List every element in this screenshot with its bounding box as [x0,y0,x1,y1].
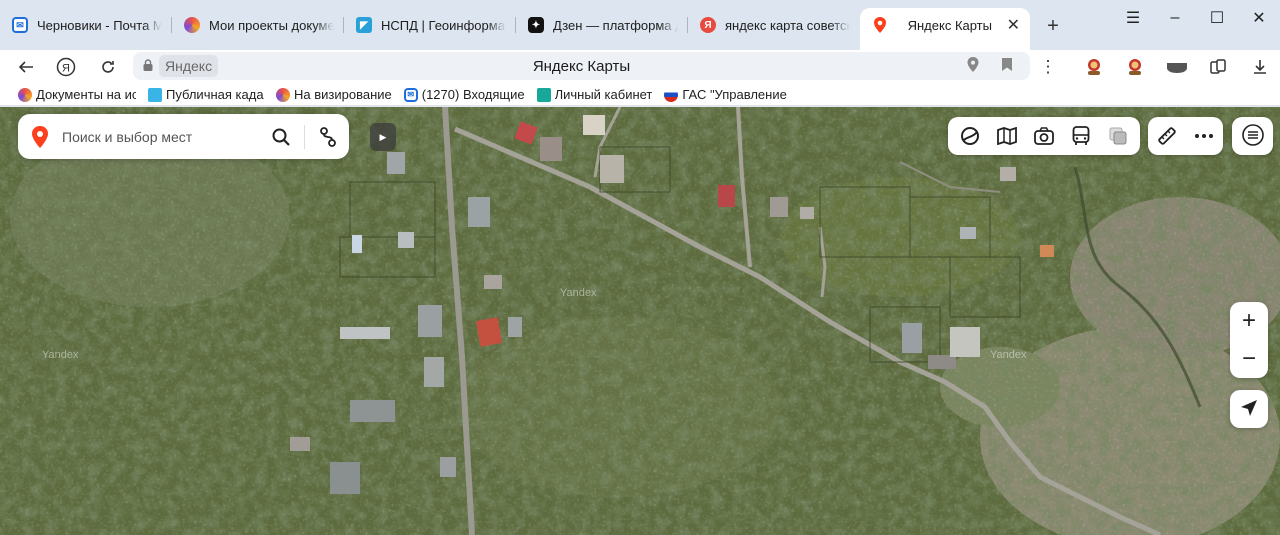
yandex-logo-icon[interactable]: Я [46,52,86,82]
new-tab-button[interactable]: + [1040,15,1066,38]
yandex-icon: Я [700,17,716,33]
map-tools-bar [1148,117,1223,155]
extension-avatar-icon[interactable] [1123,55,1147,79]
tab-label: Мои проекты докумен [209,17,334,33]
bookmark-label: (1270) Входящие [421,87,525,102]
bookmark-label: ГАС "Управление [682,87,787,102]
bookmark-item[interactable]: На визирование [276,87,392,102]
bookmark-label: На визирование [294,87,392,102]
tab-projects[interactable]: Мои проекты докумен [172,8,344,42]
bookmark-item[interactable]: Личный кабинет [536,87,653,102]
tab-label: Дзен — платформа дл [553,17,678,33]
bookmarks-bar: Документы на ис Публичная кадас На визир… [0,84,1280,106]
map-menu-button[interactable] [1232,117,1273,155]
dzen-icon: ✦ [528,17,544,33]
mail-icon: ✉ [403,87,418,102]
tab-strip: ✉ Черновики - Почта Ма Мои проекты докум… [0,0,1280,50]
satellite-imagery [0,107,1280,535]
panorama-camera-icon[interactable] [1029,121,1059,151]
transport-bus-icon[interactable] [1066,121,1096,151]
close-tab-icon[interactable]: ✕ [1007,15,1020,35]
pub-icon [148,87,162,102]
back-icon[interactable] [6,52,46,82]
edge-icon [276,87,290,102]
map-watermark: Yandex [990,349,1027,361]
cabinet-icon [536,87,551,102]
address-bar[interactable]: Яндекс Яндекс Карты [133,52,1030,80]
window-controls: ☰ – ☐ ✕ [1112,4,1280,32]
tab-dzen[interactable]: ✦ Дзен — платформа дл [516,8,688,42]
bookmark-item[interactable]: ✉ (1270) Входящие [403,87,525,102]
more-icon[interactable] [1189,121,1219,151]
navigation-arrow-icon [1240,399,1258,420]
bookmark-item[interactable]: Публичная кадас [148,87,264,102]
edge-icon [18,87,32,102]
yandex-maps-pin-icon [18,125,62,148]
tab-yandex-maps[interactable]: Яндекс Карты ✕ [860,8,1030,50]
map-watermark: Yandex [560,287,597,299]
map-watermark: Yandex [42,349,79,361]
address-host[interactable]: Яндекс [159,55,219,77]
tab-label: Яндекс Карты [907,17,992,33]
zoom-in-button[interactable]: + [1230,302,1268,340]
flag-icon [664,87,679,102]
more-options-icon[interactable]: ⋮ [1036,55,1060,79]
tab-label: НСПД | Геоинформаци [381,17,506,33]
map-book-icon[interactable] [992,121,1022,151]
expand-panel-icon[interactable]: ▶ [370,123,396,151]
hamburger-menu-icon [1241,123,1264,149]
tab-nspd[interactable]: ◤ НСПД | Геоинформаци [344,8,516,42]
lock-icon [141,58,155,74]
bookmark-label: Личный кабинет [554,87,653,102]
download-icon[interactable] [1248,55,1272,79]
location-pin-icon[interactable] [967,57,979,76]
zoom-control: + − [1230,302,1268,378]
tab-label: Черновики - Почта Ма [37,17,162,33]
page-title: Яндекс Карты [532,57,631,75]
map-search-box [18,114,349,159]
my-location-button[interactable] [1230,390,1268,428]
map-pin-icon [872,17,888,33]
search-icon[interactable] [262,118,300,156]
search-input[interactable] [62,128,262,145]
maximize-icon[interactable]: ☐ [1196,4,1238,32]
bookmark-label: Документы на ис [36,87,136,102]
traffic-layer-icon[interactable] [1103,121,1133,151]
search-divider [304,124,305,149]
bookmark-item[interactable]: ГАС "Управление [664,87,787,102]
layers-icon[interactable] [955,121,985,151]
tab-mail[interactable]: ✉ Черновики - Почта Ма [0,8,172,42]
browser-menu-icon[interactable]: ☰ [1112,4,1154,32]
close-window-icon[interactable]: ✕ [1238,4,1280,32]
extension-avatar-icon[interactable] [1082,55,1106,79]
zoom-out-button[interactable]: − [1230,340,1268,378]
bookmark-item[interactable]: Документы на ис [18,87,136,102]
bookmark-icon[interactable] [1001,57,1013,75]
mail-icon: ✉ [12,17,28,33]
route-icon[interactable] [309,118,347,156]
bookmark-label: Публичная кадас [166,87,264,102]
edge-icon [184,17,200,33]
minimize-icon[interactable]: – [1154,4,1196,32]
nspd-icon: ◤ [356,17,372,33]
reload-icon[interactable] [88,52,128,82]
tab-label: яндекс карта советск [725,17,850,33]
svg-text:Я: Я [62,63,70,75]
browser-toolbar: Я Яндекс Яндекс Карты ⋮ [0,50,1280,84]
tab-yandex-search[interactable]: Я яндекс карта советск [688,8,860,42]
collections-icon[interactable] [1206,55,1230,79]
map-layers-bar [948,117,1140,155]
extension-mask-icon[interactable] [1165,55,1189,79]
ruler-icon[interactable] [1152,121,1182,151]
satellite-map[interactable] [0,107,1280,535]
